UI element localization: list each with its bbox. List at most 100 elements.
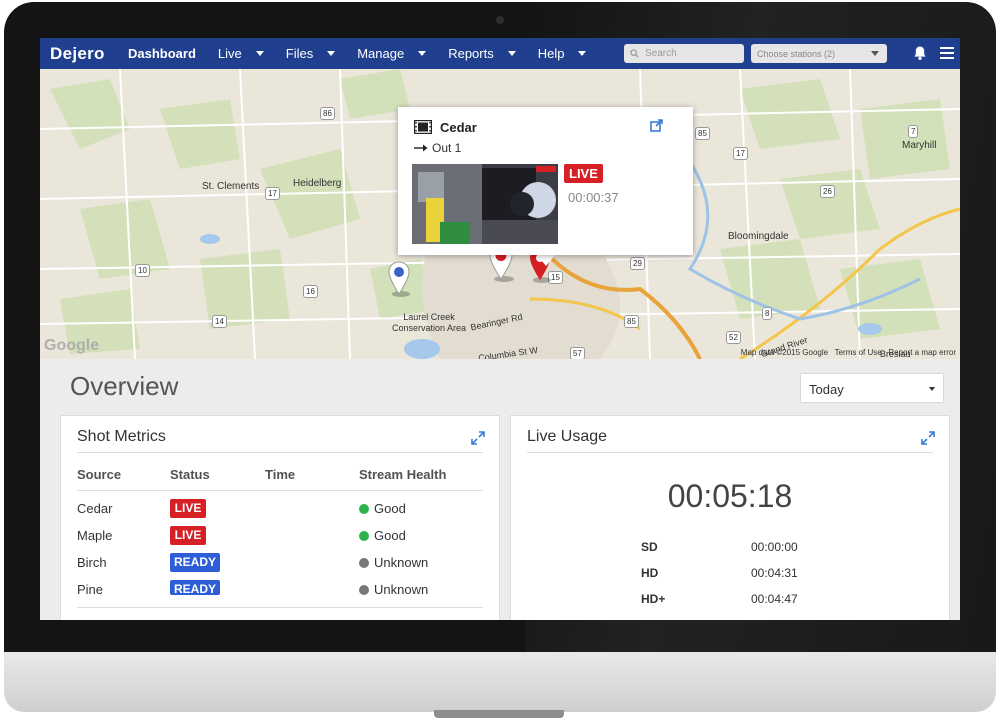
popup-tail — [536, 254, 556, 266]
nav-live[interactable]: Live — [218, 46, 264, 61]
divider — [527, 452, 933, 453]
shot-metrics-panel: Shot Metrics Source Status Time Stream H… — [60, 415, 500, 620]
map-label: Heidelberg — [293, 178, 342, 189]
nav-help[interactable]: Help — [538, 46, 587, 61]
health-indicator — [359, 557, 369, 568]
popup-live-badge: LIVE — [564, 164, 603, 183]
usage-value: 00:00:00 — [751, 540, 798, 554]
chevron-down-icon — [418, 51, 427, 56]
stream-health: Good — [359, 528, 406, 543]
divider — [77, 452, 483, 453]
road-shield: 29 — [630, 257, 645, 270]
row-source[interactable]: Maple — [77, 528, 112, 543]
status-badge: LIVE — [170, 526, 206, 545]
health-label: Good — [374, 528, 406, 543]
chevron-down-icon — [929, 387, 935, 391]
road-shield: 26 — [820, 185, 835, 198]
film-icon — [414, 120, 432, 134]
popup-output: Out 1 — [414, 141, 461, 155]
panel-title: Live Usage — [527, 428, 608, 445]
search-icon — [630, 49, 639, 58]
map-pin-blue[interactable] — [387, 261, 411, 297]
divider — [77, 607, 483, 608]
camera-icon — [496, 16, 504, 24]
monitor-chin — [4, 652, 996, 712]
chevron-down-icon — [871, 51, 879, 56]
column-header[interactable]: Time — [265, 467, 295, 482]
map-data-credit: Map data ©2015 Google — [740, 348, 829, 357]
map-label: Maryhill — [902, 140, 937, 151]
monitor-frame: Dejero Dashboard Live Files Manage Repor… — [4, 2, 996, 718]
arrow-right-icon — [414, 144, 428, 152]
nav-manage-label: Manage — [357, 46, 405, 61]
map-footer: Map data ©2015 Google Terms of Use Repor… — [741, 348, 956, 357]
usage-value: 00:04:47 — [751, 592, 798, 606]
row-source[interactable]: Birch — [77, 555, 107, 570]
hamburger-menu-icon[interactable] — [940, 47, 954, 59]
panel-title: Shot Metrics — [77, 428, 166, 445]
nav-live-label: Live — [217, 46, 242, 61]
nav-dashboard-label: Dashboard — [128, 46, 196, 61]
top-navbar: Dejero Dashboard Live Files Manage Repor… — [40, 38, 960, 69]
row-source[interactable]: Pine — [77, 582, 103, 597]
popup-station-name: Cedar — [440, 120, 477, 135]
page-title: Overview — [70, 371, 179, 401]
brand-logo[interactable]: Dejero — [40, 44, 128, 64]
road-shield: 85 — [695, 127, 710, 140]
health-label: Good — [374, 501, 406, 516]
health-label: Unknown — [374, 555, 429, 570]
live-usage-panel: Live Usage 00:05:18 SD 00:00:00 HD 00:04… — [510, 415, 950, 620]
status-badge: LIVE — [170, 499, 206, 518]
nav-help-label: Help — [537, 46, 565, 61]
popup-elapsed-time: 00:00:37 — [568, 190, 619, 205]
chevron-down-icon — [507, 51, 516, 56]
road-shield: 17 — [733, 147, 748, 160]
road-shield: 85 — [624, 315, 639, 328]
column-header[interactable]: Source — [77, 467, 121, 482]
nav-files[interactable]: Files — [285, 46, 336, 61]
nav-reports[interactable]: Reports — [448, 46, 516, 61]
health-indicator — [359, 584, 369, 595]
road-shield: 52 — [726, 331, 741, 344]
road-shield: 14 — [212, 315, 227, 328]
station-popup: Cedar Out 1 LIVE 00:00:37 — [398, 107, 693, 255]
nav-dashboard[interactable]: Dashboard — [128, 46, 196, 61]
search-placeholder: Search — [645, 48, 677, 59]
chevron-down-icon — [578, 51, 587, 56]
screen: Dejero Dashboard Live Files Manage Repor… — [40, 38, 960, 620]
column-header[interactable]: Status — [170, 467, 210, 482]
map-label: St. Clements — [202, 181, 260, 192]
status-badge: READY — [170, 553, 220, 572]
expand-icon[interactable] — [471, 431, 485, 445]
nav-files-label: Files — [285, 46, 314, 61]
road-shield: 7 — [908, 125, 919, 138]
road-shield: 57 — [570, 347, 585, 359]
station-select[interactable]: Choose stations (2) — [751, 44, 887, 63]
stream-health: Unknown — [359, 582, 428, 597]
nav-reports-label: Reports — [448, 46, 494, 61]
road-shield: 16 — [303, 285, 318, 298]
search-input[interactable]: Search — [624, 44, 744, 63]
popup-output-label: Out 1 — [432, 141, 462, 155]
usage-label: HD — [641, 566, 659, 580]
period-select[interactable]: Today — [800, 373, 944, 403]
health-indicator — [359, 530, 369, 541]
total-usage-time: 00:05:18 — [667, 478, 793, 514]
health-label: Unknown — [374, 582, 429, 597]
map-view[interactable]: St. Clements Heidelberg Maryhill Bloomin… — [40, 69, 960, 359]
terms-link[interactable]: Terms of Use — [835, 348, 882, 357]
bell-icon[interactable] — [912, 45, 928, 61]
column-header[interactable]: Stream Health — [359, 467, 446, 482]
road-shield: 86 — [320, 107, 335, 120]
monitor-stand — [434, 710, 564, 718]
road-shield: 10 — [135, 264, 150, 277]
chevron-down-icon — [255, 51, 264, 56]
nav-manage[interactable]: Manage — [357, 46, 427, 61]
share-icon[interactable] — [650, 118, 664, 132]
expand-icon[interactable] — [921, 431, 935, 445]
usage-label: HD+ — [641, 592, 666, 606]
report-error-link[interactable]: Report a map error — [888, 348, 956, 357]
map-label: Laurel Creek Conservation Area — [391, 312, 467, 333]
video-thumbnail[interactable] — [412, 164, 558, 244]
row-source[interactable]: Cedar — [77, 501, 112, 516]
